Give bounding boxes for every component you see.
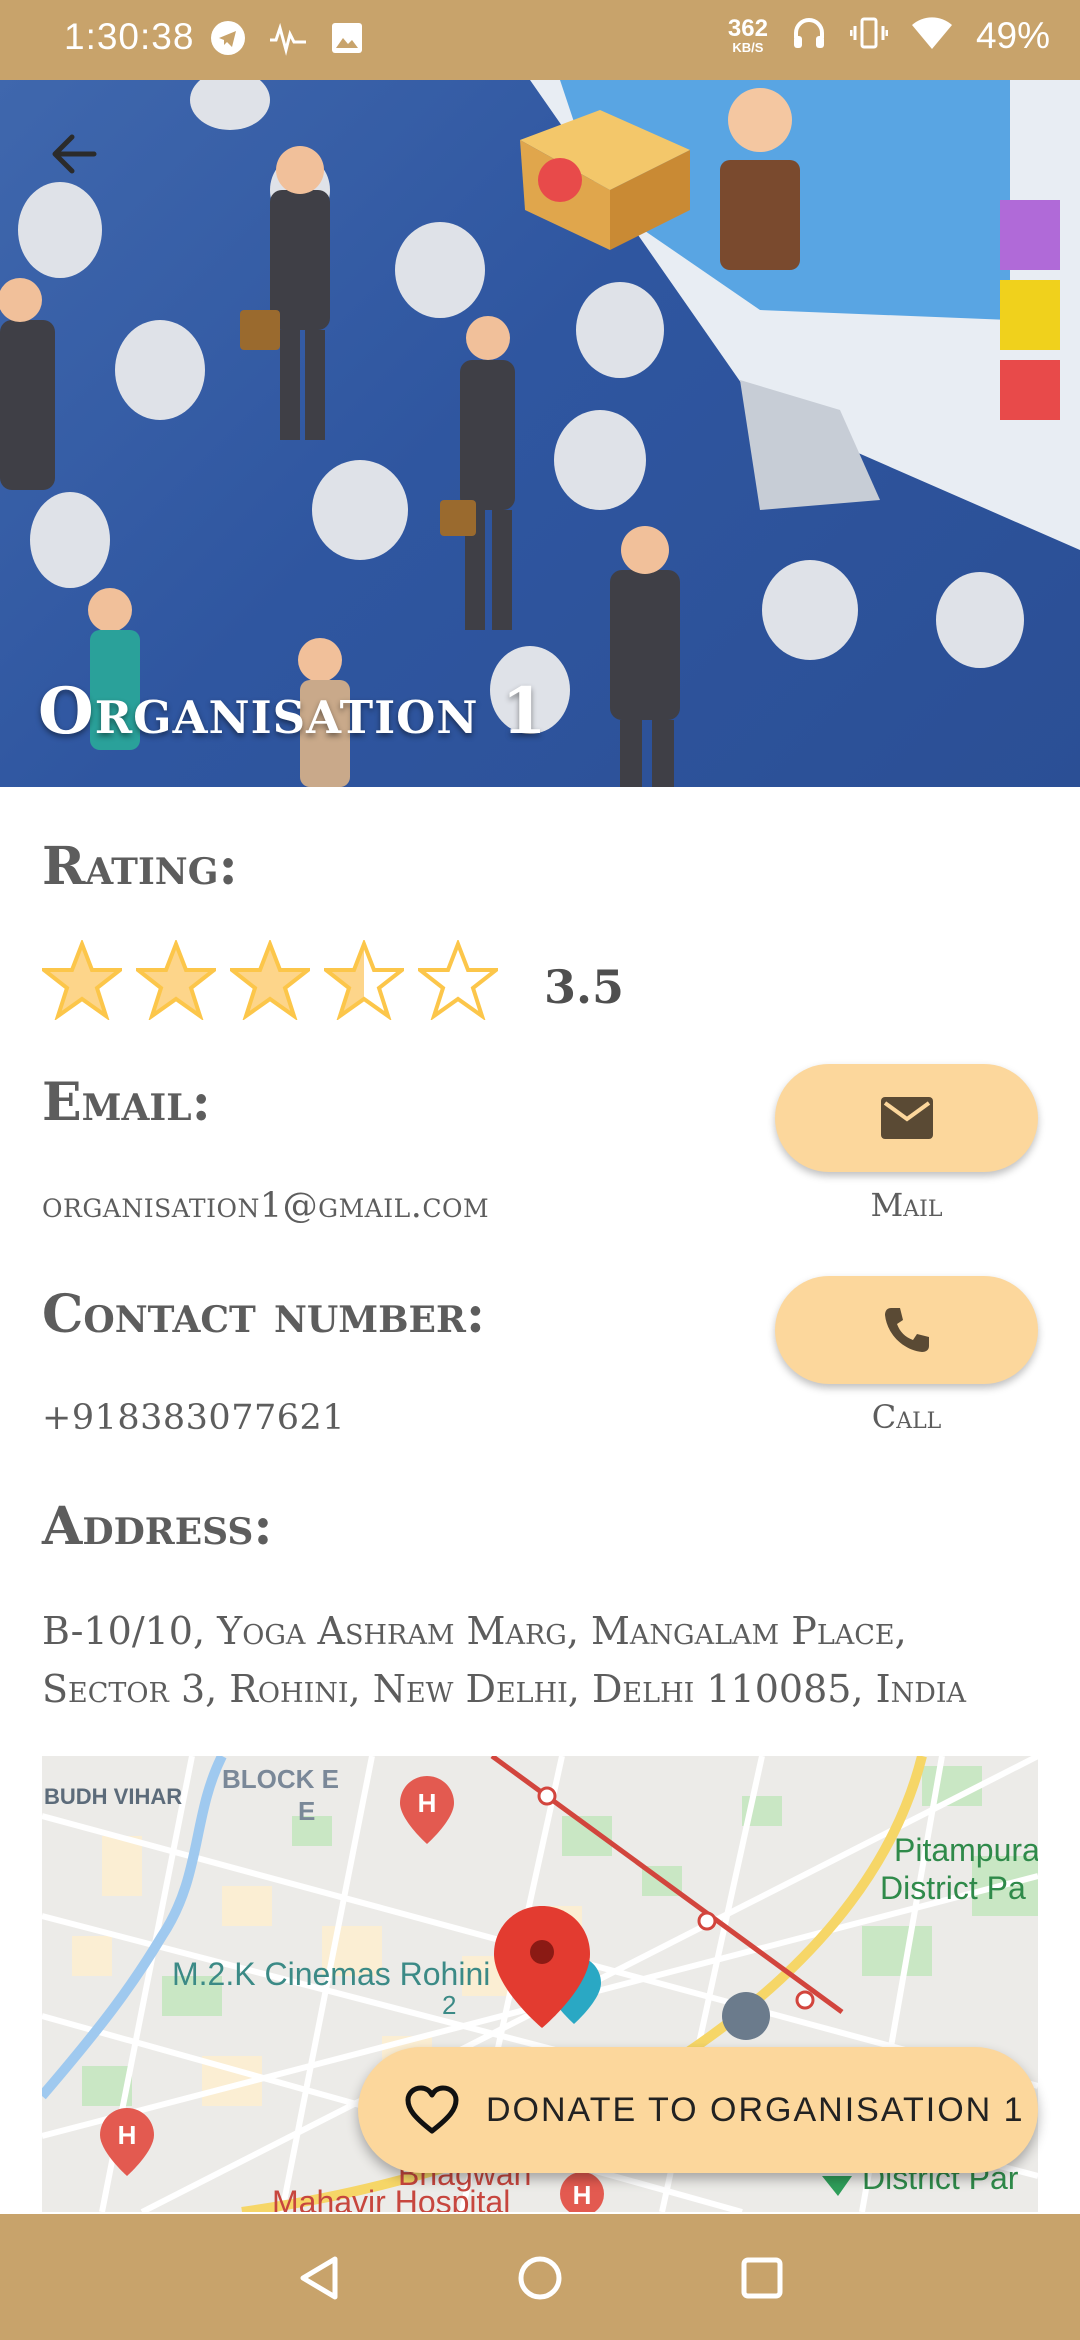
rating-stars bbox=[42, 940, 498, 1020]
mail-icon bbox=[880, 1097, 933, 1139]
email-value: organisation1@gmail.com bbox=[42, 1186, 490, 1226]
call-button-label: Call bbox=[871, 1398, 942, 1436]
mail-button-label: Mail bbox=[870, 1186, 943, 1224]
signal-activity-icon bbox=[268, 20, 308, 61]
map-label: BLOCK E bbox=[222, 1764, 339, 1794]
star-full-icon bbox=[230, 940, 310, 1020]
heart-outline-icon bbox=[405, 2085, 459, 2134]
rating-heading: Rating: bbox=[42, 836, 238, 897]
map-label: E bbox=[298, 1796, 316, 1826]
notification-icons bbox=[210, 20, 364, 61]
back-button[interactable] bbox=[44, 124, 104, 184]
address-heading: Address: bbox=[42, 1496, 273, 1557]
contact-value: +918383077621 bbox=[42, 1398, 346, 1438]
star-full-icon bbox=[42, 940, 122, 1020]
contact-heading: Contact number: bbox=[42, 1284, 486, 1345]
call-button[interactable] bbox=[775, 1276, 1038, 1384]
star-half-icon bbox=[324, 940, 404, 1020]
address-line-1: B-10/10, Yoga Ashram Marg, Mangalam Plac… bbox=[42, 1609, 907, 1653]
home-circle-icon bbox=[518, 2256, 562, 2300]
map-label: Pitampura bbox=[894, 1832, 1038, 1868]
page-title: Organisation 1 bbox=[38, 674, 548, 749]
map-label: Mahavir Hospital bbox=[272, 2184, 511, 2212]
navigation-bar bbox=[0, 2214, 1080, 2340]
net-speed: 362 KB/S bbox=[727, 15, 768, 55]
headphones-icon bbox=[790, 14, 828, 57]
address-text: B-10/10, Yoga Ashram Marg, Mangalam Plac… bbox=[42, 1602, 1042, 1718]
donate-button[interactable]: DONATE TO ORGANISATION 1 bbox=[358, 2047, 1038, 2173]
wifi-icon bbox=[910, 15, 954, 56]
star-full-icon bbox=[136, 940, 216, 1020]
rating-value: 3.5 bbox=[544, 960, 625, 1014]
vibrate-icon bbox=[849, 14, 889, 57]
arrow-left-icon bbox=[52, 134, 97, 174]
svg-text:H: H bbox=[418, 1788, 437, 1818]
battery-percent: 49% bbox=[975, 14, 1050, 56]
star-empty-icon bbox=[418, 940, 498, 1020]
status-bar: 1:30:38 362 KB/S 49% bbox=[0, 0, 1080, 80]
svg-text:H: H bbox=[573, 2180, 592, 2210]
email-heading: Email: bbox=[42, 1072, 211, 1133]
map-label: M.2.K Cinemas Rohini bbox=[172, 1956, 491, 1992]
nav-back-button[interactable] bbox=[282, 2240, 358, 2316]
nav-recents-button[interactable] bbox=[724, 2240, 800, 2316]
map-label: 2 bbox=[442, 1990, 457, 2020]
telegram-icon bbox=[210, 20, 246, 61]
address-line-2: Sector 3, Rohini, New Delhi, Delhi 11008… bbox=[42, 1667, 967, 1711]
map-label: District Pa bbox=[880, 1870, 1026, 1906]
hero-banner: Organisation 1 bbox=[0, 80, 1080, 787]
nav-home-button[interactable] bbox=[502, 2240, 578, 2316]
svg-text:H: H bbox=[118, 2120, 137, 2150]
map-label: BUDH VIHAR bbox=[44, 1784, 183, 1809]
back-triangle-icon bbox=[300, 2256, 338, 2300]
phone-icon bbox=[884, 1308, 929, 1352]
status-right: 362 KB/S 49% bbox=[728, 14, 1050, 57]
status-time: 1:30:38 bbox=[64, 16, 195, 57]
recents-square-icon bbox=[741, 2257, 783, 2299]
donate-button-label: DONATE TO ORGANISATION 1 bbox=[486, 2090, 1025, 2129]
image-icon bbox=[330, 21, 364, 60]
mail-button[interactable] bbox=[775, 1064, 1038, 1172]
